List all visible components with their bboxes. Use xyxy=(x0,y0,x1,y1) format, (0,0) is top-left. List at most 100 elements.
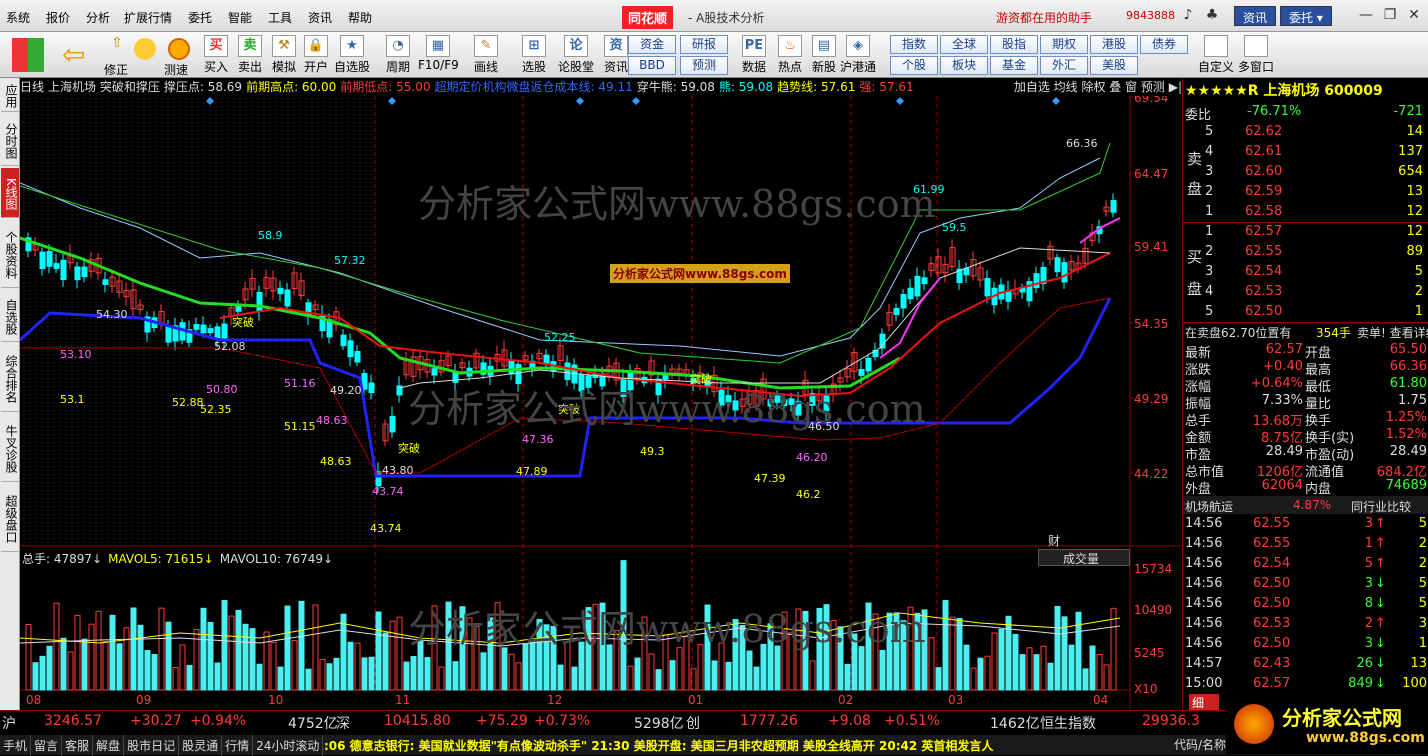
menu-item[interactable]: 帮助 xyxy=(348,9,372,26)
tick-volume: 2 xyxy=(1364,616,1373,631)
toolbar-button-extra-0[interactable]: 自定义 xyxy=(1196,35,1236,75)
toolbar-button-9[interactable]: 论论股堂 xyxy=(556,35,596,75)
sell-side-label: 卖 xyxy=(1187,150,1203,168)
bid-price: 62.54 xyxy=(1245,264,1283,279)
news-button[interactable]: 资讯 xyxy=(1234,6,1277,26)
quick-button[interactable]: 基金 xyxy=(990,56,1038,75)
volume-bar xyxy=(620,560,627,691)
volume-bar xyxy=(942,600,949,691)
price-annotation: 突破 xyxy=(558,402,580,416)
tick-detail-tab[interactable]: 细 xyxy=(1189,694,1219,711)
toolbar-button-4[interactable]: ★ 自选股 xyxy=(332,35,372,75)
menu-item[interactable]: 分析 xyxy=(86,9,110,26)
finance-marker[interactable]: 财 xyxy=(1048,532,1060,549)
quick-button[interactable]: 个股 xyxy=(890,56,938,75)
side-tab[interactable]: K线图 xyxy=(1,168,19,218)
maximize-icon[interactable]: ❐ xyxy=(1380,7,1400,25)
bid-volume: 1 xyxy=(1414,304,1423,319)
shirt-icon[interactable]: ♣ xyxy=(1202,7,1222,25)
side-tab[interactable]: 超级盘口 xyxy=(1,484,19,552)
chart-canvas[interactable]: 69.5464.4759.4154.3549.2944.221573410490… xyxy=(20,78,1182,710)
price-annotation: 43.74 xyxy=(370,522,402,535)
bottom-nav-item[interactable]: 手机 xyxy=(0,735,32,756)
side-tab[interactable]: 个股资料 xyxy=(1,220,19,288)
toolbar-label: 论股堂 xyxy=(557,60,594,74)
bottom-nav-item[interactable]: 解盘 xyxy=(93,735,125,756)
volume-bar xyxy=(130,607,137,691)
quote-grid-icon[interactable] xyxy=(12,38,44,72)
quick-button[interactable]: 板块 xyxy=(940,56,988,75)
indicator-select[interactable]: 成交量 xyxy=(1038,549,1130,566)
speed-icon[interactable] xyxy=(168,38,190,60)
up-down-buttons[interactable]: ⇧ xyxy=(100,35,134,51)
industry-compare-button[interactable]: 同行业比较 xyxy=(1351,498,1427,515)
toolbar-speed-label[interactable]: 测速 xyxy=(164,61,188,78)
toolbar-button-5[interactable]: ◔ 周期 xyxy=(378,35,418,75)
volume-bar xyxy=(816,607,823,691)
close-icon[interactable]: ✕ xyxy=(1404,7,1424,25)
toolbar-button-11[interactable]: PE 数据 xyxy=(734,35,774,75)
menu-item[interactable]: 工具 xyxy=(268,9,292,26)
quick-button[interactable]: 指数 xyxy=(890,35,938,54)
stock-title[interactable]: ★★★★★R 上海机场 600009 xyxy=(1185,80,1425,100)
minimize-icon[interactable]: — xyxy=(1356,7,1376,25)
side-tab[interactable]: 应用 xyxy=(1,78,19,112)
toolbar-icon: ♨ xyxy=(778,35,802,57)
trade-button[interactable]: 委托 ▾ xyxy=(1280,6,1332,26)
bottom-nav-item[interactable]: 留言 xyxy=(31,735,63,756)
menu-item[interactable]: 资讯 xyxy=(308,9,332,26)
volume-bar xyxy=(1082,668,1089,691)
side-tab[interactable]: 综合排名 xyxy=(1,344,19,412)
quick-button[interactable]: BBD xyxy=(628,56,676,75)
quick-button[interactable]: 股指 xyxy=(990,35,1038,54)
kline-chart[interactable]: 69.54 64.47 59.41 54.35 49.29 44.22 15734 10490… xyxy=(20,78,1182,710)
site-banner[interactable]: 分析家公式网www.88gs.com xyxy=(610,264,790,283)
toolbar-button-7[interactable]: ✎ 画线 xyxy=(466,35,506,75)
alert-detail-link[interactable]: 卖单! 查看详细 xyxy=(1357,324,1428,341)
side-tab[interactable]: 分时图 xyxy=(1,114,19,166)
quick-button[interactable]: 港股 xyxy=(1090,35,1138,54)
quick-button[interactable]: 债券 xyxy=(1140,35,1188,54)
window-icon xyxy=(1204,35,1228,57)
code-search-input[interactable]: 代码/名称 xyxy=(1174,736,1226,753)
toolbar-button-6[interactable]: ▦ F10/F9 xyxy=(418,35,459,72)
bell-icon[interactable]: ♪ xyxy=(1178,7,1198,25)
quick-button[interactable]: 预测 xyxy=(680,56,728,75)
quick-button[interactable]: 资金 xyxy=(628,35,676,54)
bottom-nav-item[interactable]: 股市日记 xyxy=(124,735,180,756)
quick-button[interactable]: 全球 xyxy=(940,35,988,54)
side-tab[interactable]: 自选股 xyxy=(1,290,19,342)
toolbar-button-extra-1[interactable]: 多窗口 xyxy=(1236,35,1276,75)
menu-item[interactable]: 委托 xyxy=(188,9,212,26)
bottom-nav-item[interactable]: 行情 xyxy=(222,735,254,756)
candle-body xyxy=(914,275,921,297)
chart-buttons[interactable]: 加自选 均线 除权 叠 窗 预测 ▶| xyxy=(1013,78,1182,96)
quick-button[interactable]: 期权 xyxy=(1040,35,1088,54)
chart-info-bar: 日线 上海机场 突破和撑压 撑压点: 58.69 前期高点: 60.00 前期低点: 5… xyxy=(20,78,1182,96)
menu-item[interactable]: 报价 xyxy=(46,9,70,26)
bottom-nav-item[interactable]: 24小时滚动 xyxy=(253,735,324,756)
slogan-link[interactable]: 游资都在用的助手 xyxy=(996,9,1092,26)
toolbar-button-8[interactable]: ⊞ 选股 xyxy=(514,35,554,75)
quick-button[interactable]: 研报 xyxy=(680,35,728,54)
menu-item[interactable]: 智能 xyxy=(228,9,252,26)
back-arrow-icon[interactable]: ⇦ xyxy=(62,38,90,72)
toolbar-fix-label[interactable]: 修正 xyxy=(104,61,128,78)
quick-button[interactable]: 美股 xyxy=(1090,56,1138,75)
candle-body xyxy=(354,350,361,363)
news-ticker[interactable]: :06 德意志银行: 美国就业数据"有点像波动杀手" 21:30 美股开盘: 美… xyxy=(324,737,993,754)
side-tab[interactable]: 牛叉诊股 xyxy=(1,414,19,482)
toolbar-button-3[interactable]: 🔒 开户 xyxy=(296,35,336,75)
volume-bar xyxy=(858,646,865,691)
volume-bar xyxy=(725,661,732,691)
volume-bar xyxy=(144,650,151,691)
volume-bar xyxy=(529,639,536,691)
menu-item[interactable]: 扩展行情 xyxy=(124,9,172,26)
bottom-nav-item[interactable]: 客服 xyxy=(62,735,94,756)
bottom-nav-item[interactable]: 股灵通 xyxy=(179,735,223,756)
buy-side-label: 盘 xyxy=(1187,280,1203,298)
toolbar-button-14[interactable]: ◈ 沪港通 xyxy=(838,35,878,75)
quick-button[interactable]: 外汇 xyxy=(1040,56,1088,75)
candle-body xyxy=(39,251,46,270)
menu-item[interactable]: 系统 xyxy=(6,9,30,26)
